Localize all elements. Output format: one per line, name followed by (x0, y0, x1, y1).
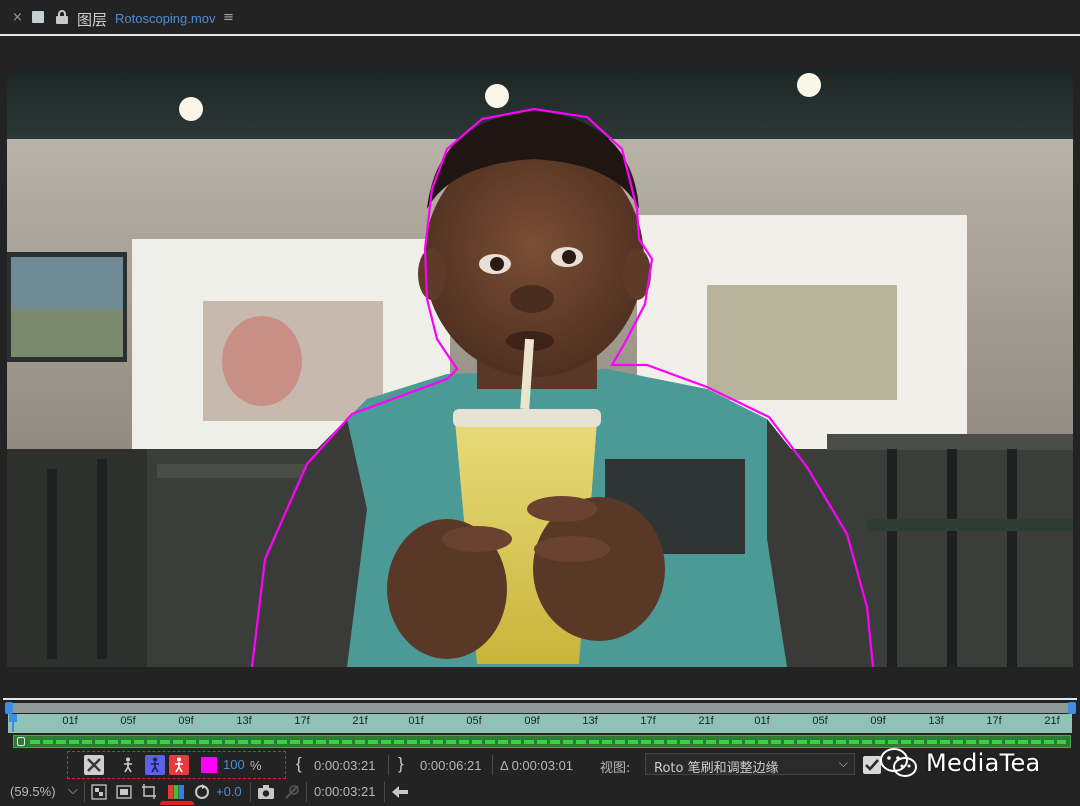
work-area-end-handle[interactable] (1068, 702, 1076, 714)
work-area-bar[interactable] (8, 703, 1072, 713)
show-snapshot-icon[interactable] (282, 782, 302, 802)
zoom-level[interactable]: (59.5%) (10, 784, 56, 799)
in-point-icon[interactable]: { (296, 754, 302, 774)
toggle-alpha-icon[interactable] (84, 755, 104, 775)
tick-label: 09f (524, 715, 540, 727)
divider (250, 782, 251, 802)
tick-label: 21f (1044, 715, 1060, 727)
alpha-boundary-icon[interactable] (145, 755, 165, 775)
layer-viewer[interactable] (7, 69, 1073, 667)
divider (306, 782, 307, 802)
exposure-value[interactable]: +0.0 (216, 784, 242, 799)
lock-icon[interactable] (55, 10, 69, 24)
panel-icon (32, 11, 44, 23)
transparency-grid-icon[interactable] (90, 783, 108, 801)
view-label: 视图: (600, 761, 631, 776)
tick-label: 05f (812, 715, 828, 727)
mask-visibility-icon[interactable] (115, 783, 133, 801)
divider (384, 782, 385, 802)
work-area-start-handle[interactable] (5, 702, 13, 714)
tick-label: 17f (294, 715, 310, 727)
divider (492, 755, 493, 775)
tick-label: 13f (582, 715, 598, 727)
timeline-divider (3, 698, 1077, 700)
tick-label: 01f (62, 715, 78, 727)
channel-rgb-icon[interactable] (166, 782, 186, 802)
in-point-time[interactable]: 0:00:03:21 (314, 758, 375, 773)
alpha-overlay-icon[interactable] (169, 755, 189, 775)
divider (388, 755, 389, 775)
tick-label: 05f (466, 715, 482, 727)
tick-label: 01f (408, 715, 424, 727)
reset-exposure-icon[interactable] (192, 782, 212, 802)
out-point-time[interactable]: 0:00:06:21 (420, 758, 481, 773)
view-dropdown[interactable]: Roto 笔刷和调整边缘 ⌵ (645, 753, 855, 776)
wechat-icon (880, 748, 917, 777)
time-ruler[interactable]: 01f 05f 09f 13f 17f 21f 01f 05f 09f 13f … (8, 714, 1072, 733)
tick-label: 17f (640, 715, 656, 727)
layer-panel-header: × 图层 Rotoscoping.mov ≡ (0, 0, 1080, 36)
close-icon[interactable]: × (12, 10, 23, 25)
tick-label: 05f (120, 715, 136, 727)
overlay-color-swatch[interactable] (201, 757, 217, 773)
divider (84, 782, 85, 802)
tick-label: 13f (928, 715, 944, 727)
layer-file-name[interactable]: Rotoscoping.mov (115, 11, 215, 26)
overlay-opacity-value[interactable]: 100 (223, 757, 245, 772)
current-timecode[interactable]: 0:00:03:21 (314, 784, 375, 799)
out-point-icon[interactable]: } (398, 754, 404, 774)
video-frame (7, 69, 1073, 667)
propagated-frames-bar (30, 740, 1066, 744)
render-checkbox[interactable] (863, 756, 881, 774)
matte-figure-icon[interactable] (118, 755, 138, 775)
tick-label: 13f (236, 715, 252, 727)
duration-readout: Δ 0:00:03:01 (500, 758, 574, 773)
watermark: MediaTea (880, 745, 1041, 781)
go-to-time-icon[interactable] (390, 782, 410, 802)
chevron-down-icon: ⌵ (838, 756, 848, 770)
tick-label: 09f (178, 715, 194, 727)
overlay-opacity-unit: % (250, 758, 262, 773)
zoom-chevron-down-icon[interactable]: ⌵ (68, 782, 78, 798)
region-of-interest-icon[interactable] (140, 782, 160, 802)
panel-title[interactable]: 图层 (77, 9, 107, 30)
tick-label: 09f (870, 715, 886, 727)
watermark-text: MediaTea (926, 749, 1041, 777)
highlight-marker (160, 801, 194, 805)
tick-label: 21f (698, 715, 714, 727)
playhead[interactable] (9, 714, 17, 732)
snapshot-camera-icon[interactable] (256, 782, 276, 802)
tick-label: 01f (754, 715, 770, 727)
panel-menu-icon[interactable]: ≡ (223, 10, 234, 25)
view-dropdown-value: Roto 笔刷和调整边缘 (654, 761, 779, 776)
tick-label: 17f (986, 715, 1002, 727)
base-frame-keyframe-icon[interactable] (17, 737, 25, 746)
tick-label: 21f (352, 715, 368, 727)
